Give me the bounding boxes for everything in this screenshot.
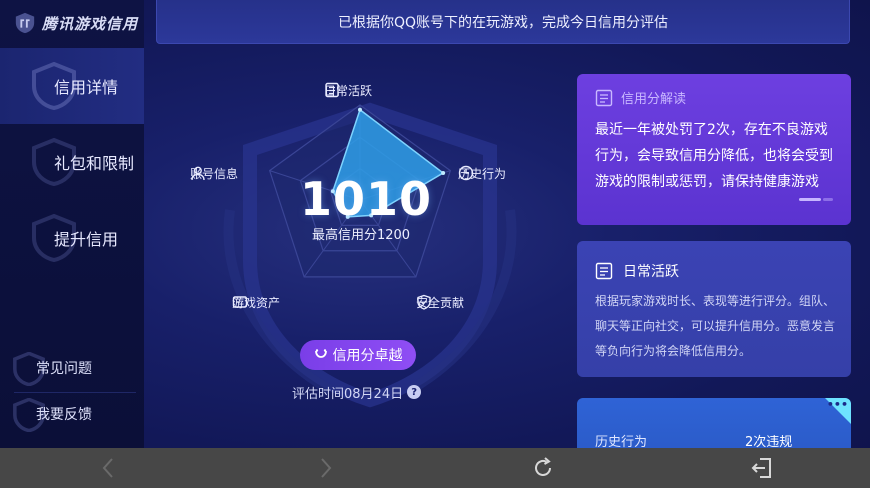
history-label: 历史行为	[595, 435, 648, 448]
history-behavior-card[interactable]: ••• 历史行为 2次违规	[577, 398, 851, 448]
feedback-label: 我要反馈	[36, 407, 92, 423]
wallet-icon	[232, 296, 248, 308]
banner-text: 已根据你QQ账号下的在玩游戏，完成今日信用分评估	[337, 14, 669, 31]
card-body: 最近一年被处罚了2次，存在不良游戏行为，会导致信用分降低，也将会受到游戏的限制或…	[595, 122, 833, 190]
card-header: 信用分解读	[595, 88, 686, 107]
evaluation-time: 评估时间08月24日 ?	[292, 383, 422, 402]
document-icon	[325, 82, 339, 98]
brand-logo-icon	[15, 12, 35, 34]
app-window: 腾讯游戏信用 信用详情 礼包和限制 提升信用 常见问题 我要反馈 已根据你QQ账…	[0, 0, 870, 448]
axis-game-assets: 游戏资产	[232, 294, 280, 311]
assessment-banner: 已根据你QQ账号下的在玩游戏，完成今日信用分评估	[156, 0, 850, 44]
faq-link[interactable]: 常见问题	[0, 346, 144, 390]
forward-arrow-icon[interactable]	[313, 456, 337, 480]
user-icon	[191, 166, 205, 181]
credit-level-button[interactable]: 信用分卓越	[300, 340, 416, 370]
clock-icon	[458, 165, 474, 181]
refresh-icon[interactable]	[531, 456, 555, 480]
card-header: 日常活跃	[595, 261, 679, 281]
history-value: 2次违规	[745, 435, 793, 448]
card-title: 信用分解读	[621, 92, 687, 107]
credit-score: 1010	[300, 172, 433, 226]
sidebar-item-label: 提升信用	[54, 230, 119, 249]
sidebar-item-credit-details[interactable]: 信用详情	[0, 48, 144, 124]
evaluation-time-text: 评估时间08月24日	[292, 386, 404, 402]
axis-daily-activity: 日常活跃	[324, 82, 372, 99]
help-icon[interactable]: ?	[407, 385, 422, 399]
card-body: 根据玩家游戏时长、表现等进行评分。组队、聊天等正向社交，可以提升信用分。恶意发言…	[595, 294, 836, 358]
sidebar: 腾讯游戏信用 信用详情 礼包和限制 提升信用 常见问题 我要反馈	[0, 0, 144, 448]
credit-level-label: 信用分卓越	[332, 348, 403, 364]
faq-label: 常见问题	[36, 361, 92, 377]
axis-security-contribution: 安全贡献	[416, 294, 464, 311]
smile-icon	[314, 349, 327, 358]
axis-history-behavior: 历史行为	[458, 165, 506, 182]
feedback-link[interactable]: 我要反馈	[0, 392, 144, 436]
radar-data-point	[441, 170, 446, 175]
exit-icon[interactable]	[750, 456, 774, 480]
system-nav-bar	[0, 448, 870, 488]
sidebar-item-improve-credit[interactable]: 提升信用	[0, 200, 144, 276]
pager-dot	[823, 198, 833, 201]
sidebar-item-label: 信用详情	[54, 78, 119, 97]
axis-account-info: 账号信息	[190, 165, 238, 182]
max-score-label: 最高信用分1200	[311, 228, 411, 243]
document-icon	[595, 89, 613, 106]
sidebar-item-label: 礼包和限制	[54, 154, 135, 173]
back-arrow-icon[interactable]	[97, 456, 121, 480]
pager-dot-active	[799, 198, 821, 201]
shield-icon	[417, 294, 431, 310]
radar-data-point	[358, 107, 362, 112]
card-title: 日常活跃	[623, 264, 679, 280]
pager-indicator	[799, 198, 833, 201]
daily-activity-card[interactable]: 日常活跃 根据玩家游戏时长、表现等进行评分。组队、聊天等正向社交，可以提升信用分…	[577, 241, 851, 377]
brand: 腾讯游戏信用	[0, 0, 144, 46]
score-interpretation-card[interactable]: 信用分解读 最近一年被处罚了2次，存在不良游戏行为，会导致信用分降低，也将会受到…	[577, 74, 851, 225]
more-icon[interactable]: •••	[827, 398, 848, 411]
document-icon	[595, 262, 613, 280]
brand-title: 腾讯游戏信用	[42, 14, 139, 33]
sidebar-item-gifts-limits[interactable]: 礼包和限制	[0, 124, 144, 200]
